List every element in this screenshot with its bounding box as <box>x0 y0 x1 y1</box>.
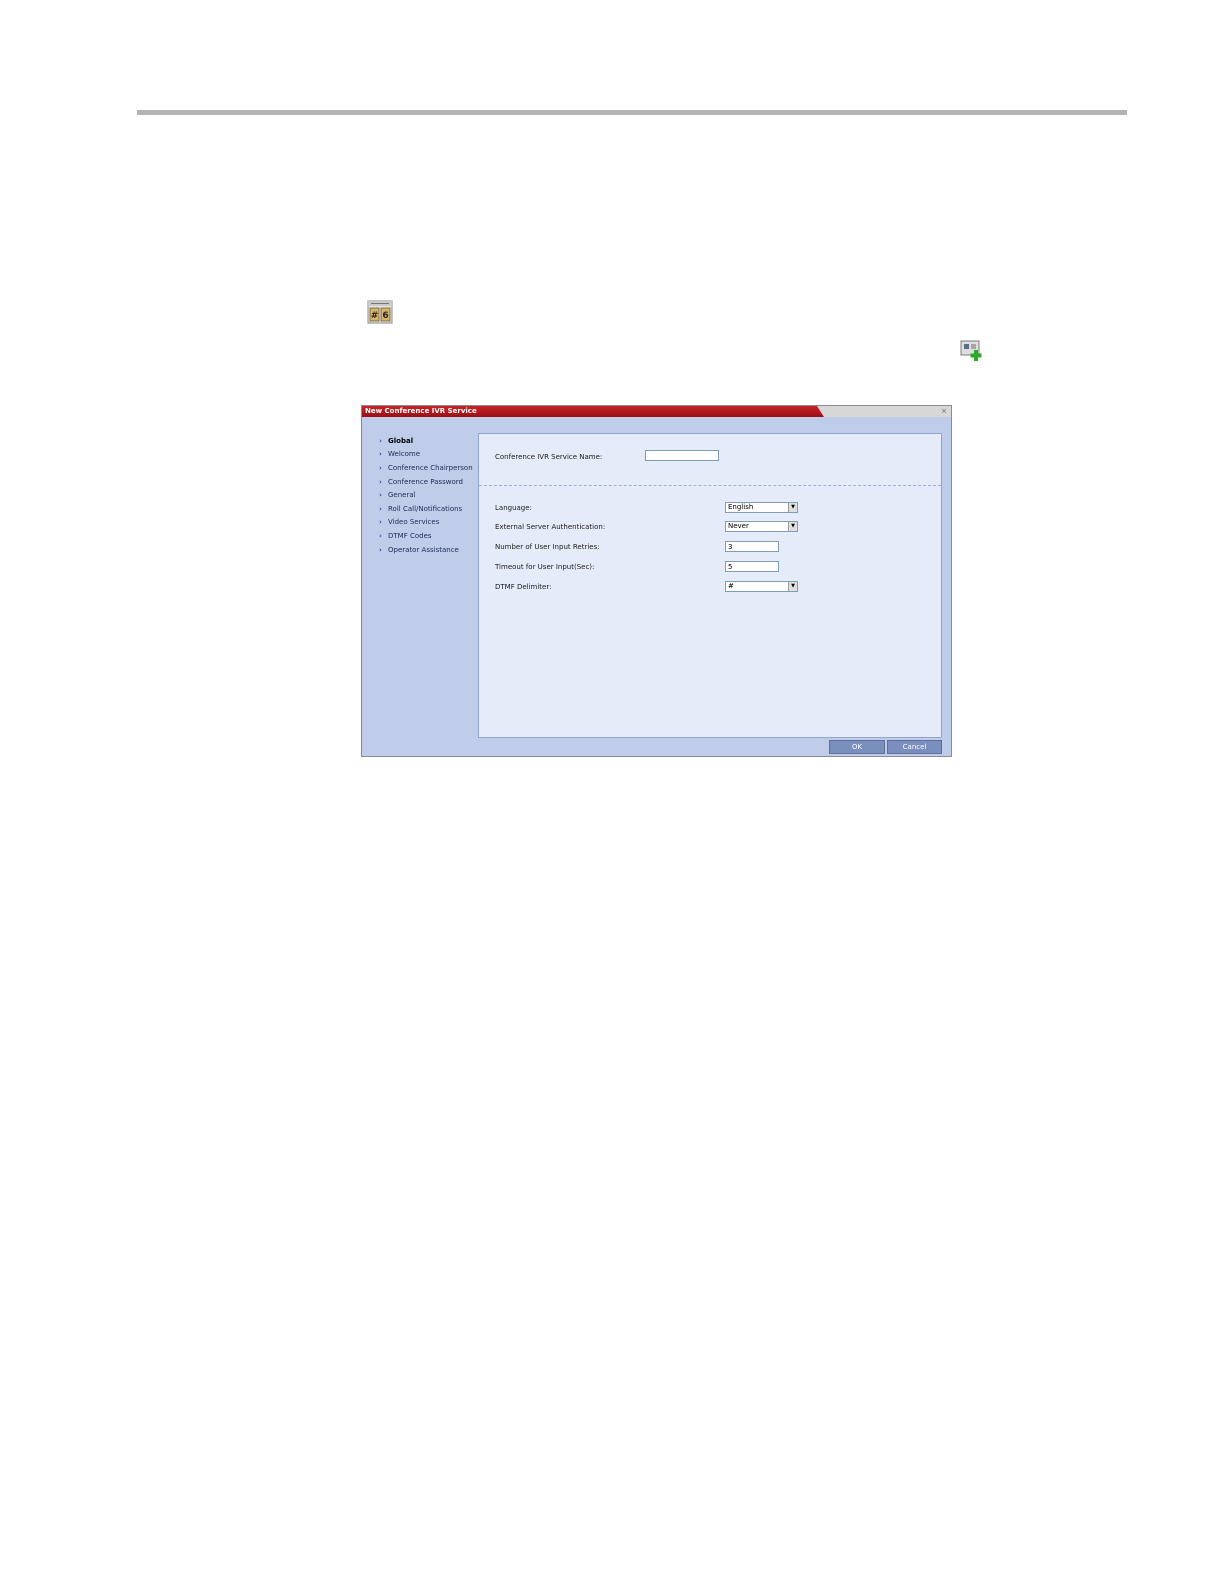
nav-item-label: Global <box>388 436 414 445</box>
svg-text:6: 6 <box>382 311 388 321</box>
nav-item-label: Welcome <box>388 450 421 459</box>
dtmf-delimiter-value: # <box>728 582 734 590</box>
nav-item-conference-password[interactable]: › Conference Password <box>379 475 479 489</box>
new-service-icon <box>960 340 982 361</box>
chevron-right-icon: › <box>379 545 382 554</box>
chevron-down-icon[interactable]: ▼ <box>788 503 797 512</box>
dialog-title: New Conference IVR Service <box>365 407 477 415</box>
external-auth-value: Never <box>728 522 749 530</box>
nav-item-general[interactable]: › General <box>379 488 479 502</box>
language-select[interactable]: English ▼ <box>725 502 798 513</box>
chevron-right-icon: › <box>379 531 382 540</box>
chevron-down-icon[interactable]: ▼ <box>788 582 797 591</box>
svg-text:#: # <box>371 311 379 321</box>
ok-button[interactable]: OK <box>829 740 885 754</box>
chevron-right-icon: › <box>379 477 382 486</box>
input-retries-label: Number of User Input Retries: <box>495 543 600 551</box>
nav-item-conference-chairperson[interactable]: › Conference Chairperson <box>379 461 479 475</box>
global-settings-panel: Conference IVR Service Name: Language: E… <box>478 433 942 738</box>
nav-item-label: Conference Chairperson <box>388 463 473 472</box>
chevron-right-icon: › <box>379 450 382 459</box>
nav-item-roll-call-notifications[interactable]: › Roll Call/Notifications <box>379 502 479 516</box>
chevron-right-icon: › <box>379 463 382 472</box>
language-value: English <box>728 503 754 511</box>
close-icon[interactable]: × <box>941 406 947 417</box>
sidebar-nav: › Global › Welcome › Conference Chairper… <box>379 434 479 556</box>
external-auth-label: External Server Authentication: <box>495 523 606 531</box>
service-name-label: Conference IVR Service Name: <box>495 453 603 461</box>
nav-item-label: Operator Assistance <box>388 545 459 554</box>
new-conference-ivr-dialog: New Conference IVR Service × › Global › … <box>361 405 952 757</box>
page-header-rule <box>137 110 1127 115</box>
nav-item-label: Roll Call/Notifications <box>388 504 463 513</box>
nav-item-video-services[interactable]: › Video Services <box>379 516 479 530</box>
conference-ivr-icon: # 6 <box>367 300 393 324</box>
chevron-right-icon: › <box>379 518 382 527</box>
dialog-titlebar: New Conference IVR Service × <box>362 406 951 417</box>
input-retries-field[interactable] <box>725 541 779 552</box>
language-label: Language: <box>495 504 532 512</box>
dtmf-delimiter-label: DTMF Delimiter: <box>495 583 552 591</box>
nav-item-label: Video Services <box>388 518 440 527</box>
nav-item-operator-assistance[interactable]: › Operator Assistance <box>379 543 479 557</box>
external-auth-select[interactable]: Never ▼ <box>725 521 798 532</box>
nav-item-label: Conference Password <box>388 477 463 486</box>
input-timeout-field[interactable] <box>725 561 779 572</box>
chevron-right-icon: › <box>379 491 382 500</box>
cancel-button[interactable]: Cancel <box>887 740 942 754</box>
service-name-input[interactable] <box>645 450 719 461</box>
chevron-right-icon: › <box>379 436 382 445</box>
chevron-down-icon[interactable]: ▼ <box>788 522 797 531</box>
chevron-right-icon: › <box>379 504 382 513</box>
nav-item-global[interactable]: › Global <box>379 434 479 448</box>
nav-item-label: General <box>388 491 416 500</box>
nav-item-label: DTMF Codes <box>388 531 432 540</box>
dtmf-delimiter-select[interactable]: # ▼ <box>725 581 798 592</box>
nav-item-welcome[interactable]: › Welcome <box>379 448 479 462</box>
input-timeout-label: Timeout for User Input(Sec): <box>495 563 595 571</box>
nav-item-dtmf-codes[interactable]: › DTMF Codes <box>379 529 479 543</box>
section-divider <box>479 485 941 486</box>
